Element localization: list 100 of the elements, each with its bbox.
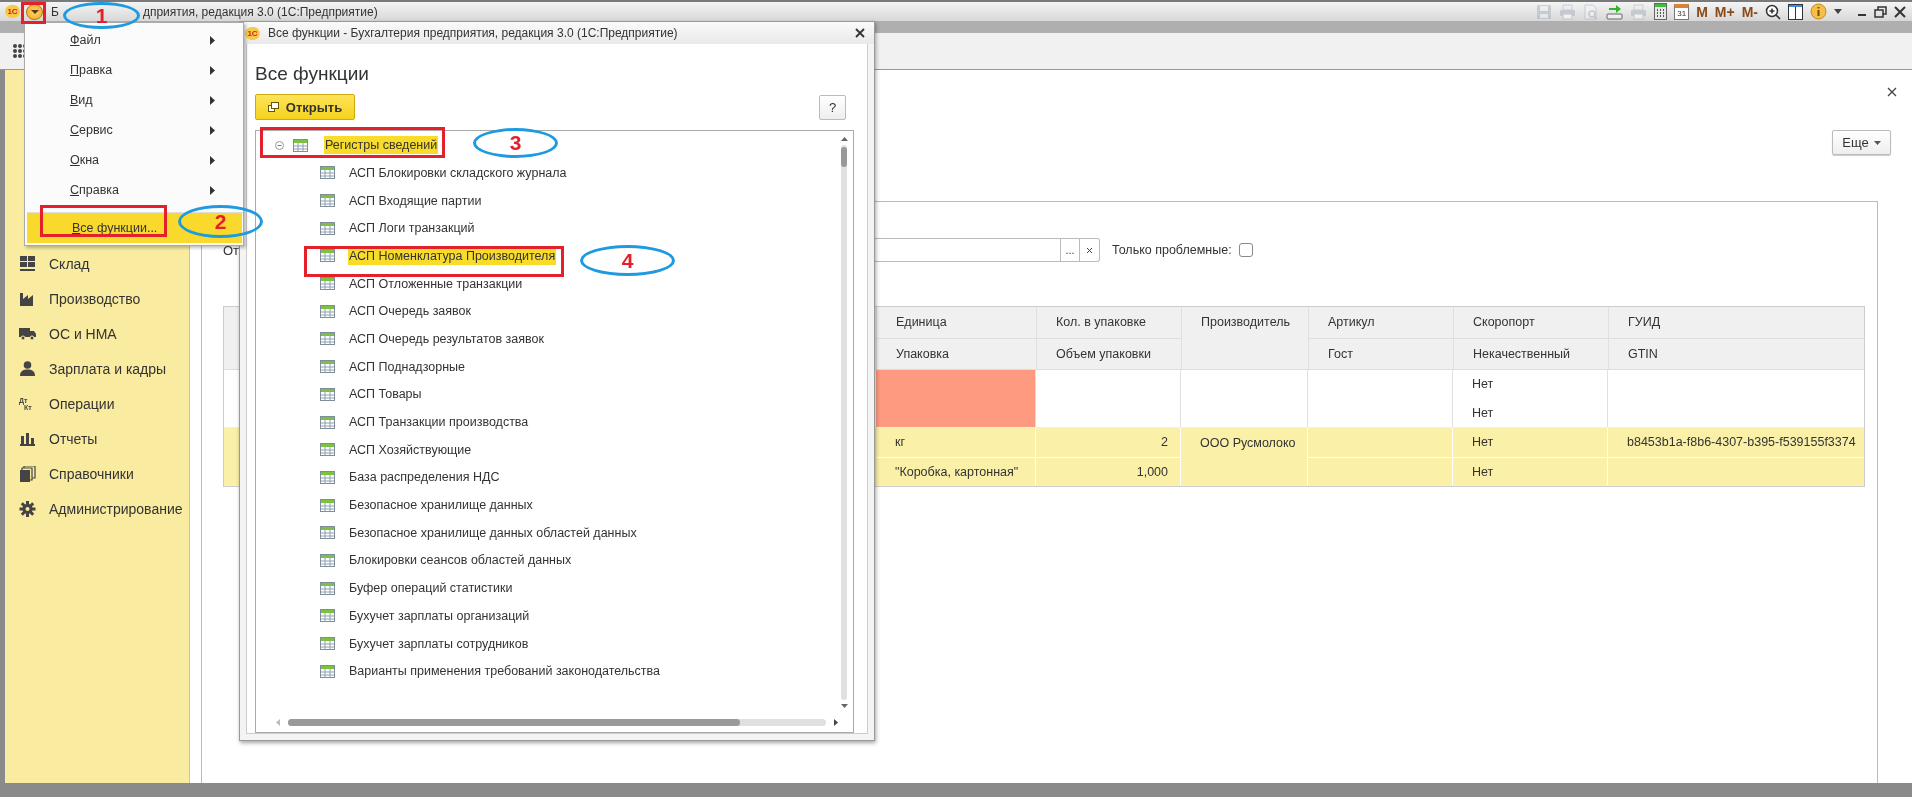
scroll-down-icon[interactable] <box>840 704 848 708</box>
sidebar-item[interactable]: Отчеты <box>5 421 189 456</box>
sidebar-item[interactable]: ОС и НМА <box>5 316 189 351</box>
zoom-in-icon[interactable] <box>1765 3 1781 20</box>
bar-chart-icon <box>19 431 36 446</box>
table-icon <box>320 360 335 374</box>
tree-item[interactable]: АСП Блокировки складского журнала <box>348 163 568 182</box>
info-icon[interactable] <box>1810 3 1827 20</box>
sidebar-item[interactable]: Зарплата и кадры <box>5 351 189 386</box>
table-icon <box>320 553 335 567</box>
tree-item[interactable]: Варианты применения требований законодательства <box>348 662 662 681</box>
close-icon[interactable] <box>1887 87 1897 97</box>
windows-icon <box>267 102 279 112</box>
truck-icon <box>19 327 36 340</box>
menu-item[interactable]: Окна <box>25 145 243 175</box>
column-header: Гост <box>1309 338 1453 370</box>
collapse-icon[interactable] <box>275 140 284 150</box>
menu-item[interactable]: Вид <box>25 85 243 115</box>
table-cell-text: b8453b1a-f8b6-4307-b395-f539155f3374 <box>1626 434 1857 451</box>
checkbox[interactable] <box>1238 243 1253 257</box>
open-button[interactable]: Открыть <box>255 94 355 120</box>
tree-item[interactable]: Бухучет зарплаты организаций <box>348 606 531 625</box>
table-icon <box>320 637 335 651</box>
sidebar-item[interactable]: Администрирование <box>5 491 189 526</box>
restore-icon[interactable] <box>1874 5 1887 18</box>
table-cell-text: Нет <box>1471 404 1495 422</box>
tree-item[interactable]: АСП Товары <box>348 385 423 404</box>
tree-item[interactable]: Бухучет зарплаты сотрудников <box>348 634 530 653</box>
submenu-arrow-icon <box>210 35 215 45</box>
table-cell: Нет <box>1453 456 1607 485</box>
person-icon <box>19 361 36 376</box>
scrollbar[interactable] <box>276 718 838 726</box>
tree-item[interactable]: АСП Очередь заявок <box>348 302 472 321</box>
column-header: Объем упаковки <box>1037 338 1181 370</box>
highlight-frame <box>21 2 46 24</box>
tree-item[interactable]: АСП Отложенные транзакции <box>348 274 524 293</box>
step-callout: 3 <box>473 128 558 158</box>
help-button[interactable]: ? <box>819 94 846 120</box>
close-icon[interactable] <box>855 28 865 38</box>
submenu-arrow-icon <box>210 95 215 105</box>
submenu-arrow-icon <box>210 155 215 165</box>
column-header: ГУИД <box>1627 314 1662 331</box>
sidebar-item[interactable]: Склад <box>5 246 189 281</box>
scroll-right-icon[interactable] <box>834 718 838 726</box>
memory-button[interactable]: M+ <box>1714 3 1735 20</box>
sidebar-item[interactable]: Справочники <box>5 456 189 491</box>
caret-icon <box>29 8 40 15</box>
calculator-icon[interactable] <box>1654 3 1668 20</box>
panel-icon[interactable] <box>1788 3 1803 20</box>
table-icon <box>320 194 335 208</box>
menu-item[interactable]: Правка <box>25 55 243 85</box>
tree-item[interactable]: АСП Входящие партии <box>348 191 483 210</box>
close-icon[interactable] <box>1894 5 1906 18</box>
tree-item[interactable]: База распределения НДС <box>348 468 501 487</box>
tree-item[interactable]: АСП Очередь результатов заявок <box>348 329 545 348</box>
filter-label: От <box>223 242 241 258</box>
column-header: GTIN <box>1609 338 1865 370</box>
scroll-up-icon[interactable] <box>840 137 848 141</box>
tree-item[interactable]: АСП Логи транзакций <box>348 219 476 238</box>
checkbox-label: Только проблемные: <box>1112 243 1232 257</box>
more-button[interactable]: Еще <box>1832 130 1891 155</box>
table-icon <box>320 221 335 235</box>
table-cell-text: ООО Русмолоко <box>1199 435 1297 451</box>
table-icon <box>320 332 335 346</box>
column-header: Скоропорт <box>1472 314 1536 331</box>
table-icon <box>320 304 335 318</box>
table-icon <box>320 664 335 678</box>
sidebar-item[interactable]: Производство <box>5 281 189 316</box>
table-icon <box>320 498 335 512</box>
submenu-arrow-icon <box>210 125 215 135</box>
tree-item[interactable]: Блокировки сеансов областей данных <box>348 551 573 570</box>
table-icon <box>320 415 335 429</box>
calendar-icon[interactable]: 31 <box>1674 3 1690 20</box>
dialog-heading: Все функции <box>255 63 370 86</box>
table-icon <box>320 609 335 623</box>
tree-item[interactable]: Безопасное хранилище данных областей данных <box>348 523 638 542</box>
scroll-thumb[interactable] <box>288 718 740 726</box>
menu-item[interactable]: Сервис <box>25 115 243 145</box>
menu-item[interactable]: Справка <box>25 175 243 205</box>
tree-item[interactable]: Безопасное хранилище данных <box>348 496 534 515</box>
scroll-thumb[interactable] <box>841 147 847 167</box>
close-icon <box>1086 246 1093 254</box>
memory-button[interactable]: M <box>1696 3 1708 20</box>
memory-button[interactable]: M- <box>1741 3 1758 20</box>
window-title: дприятия, редакция 3.0 (1С:Предприятие) <box>142 4 378 19</box>
table-cell: 1,000 <box>1036 456 1180 485</box>
column-header: Артикул <box>1327 314 1376 331</box>
tree-item[interactable]: Регистры сведений <box>324 136 439 154</box>
step-callout: 4 <box>580 245 675 276</box>
submenu-arrow-icon <box>210 65 215 75</box>
dialog-title: Все функции - Бухгалтерия предприятия, редакция 3.0 (1С:Предприятие) <box>268 26 678 40</box>
step-callout: 1 <box>63 2 140 29</box>
select-button[interactable]: ... <box>1060 238 1080 262</box>
table-icon <box>320 387 335 401</box>
tree-item[interactable]: АСП Хозяйствующие <box>348 440 473 459</box>
caret-icon[interactable] <box>1834 9 1842 14</box>
column-header: Кол. в упаковке <box>1055 314 1148 331</box>
tree-item[interactable]: Буфер операций статистики <box>348 579 514 598</box>
scrollbar[interactable] <box>840 137 848 708</box>
table-icon <box>320 581 335 595</box>
